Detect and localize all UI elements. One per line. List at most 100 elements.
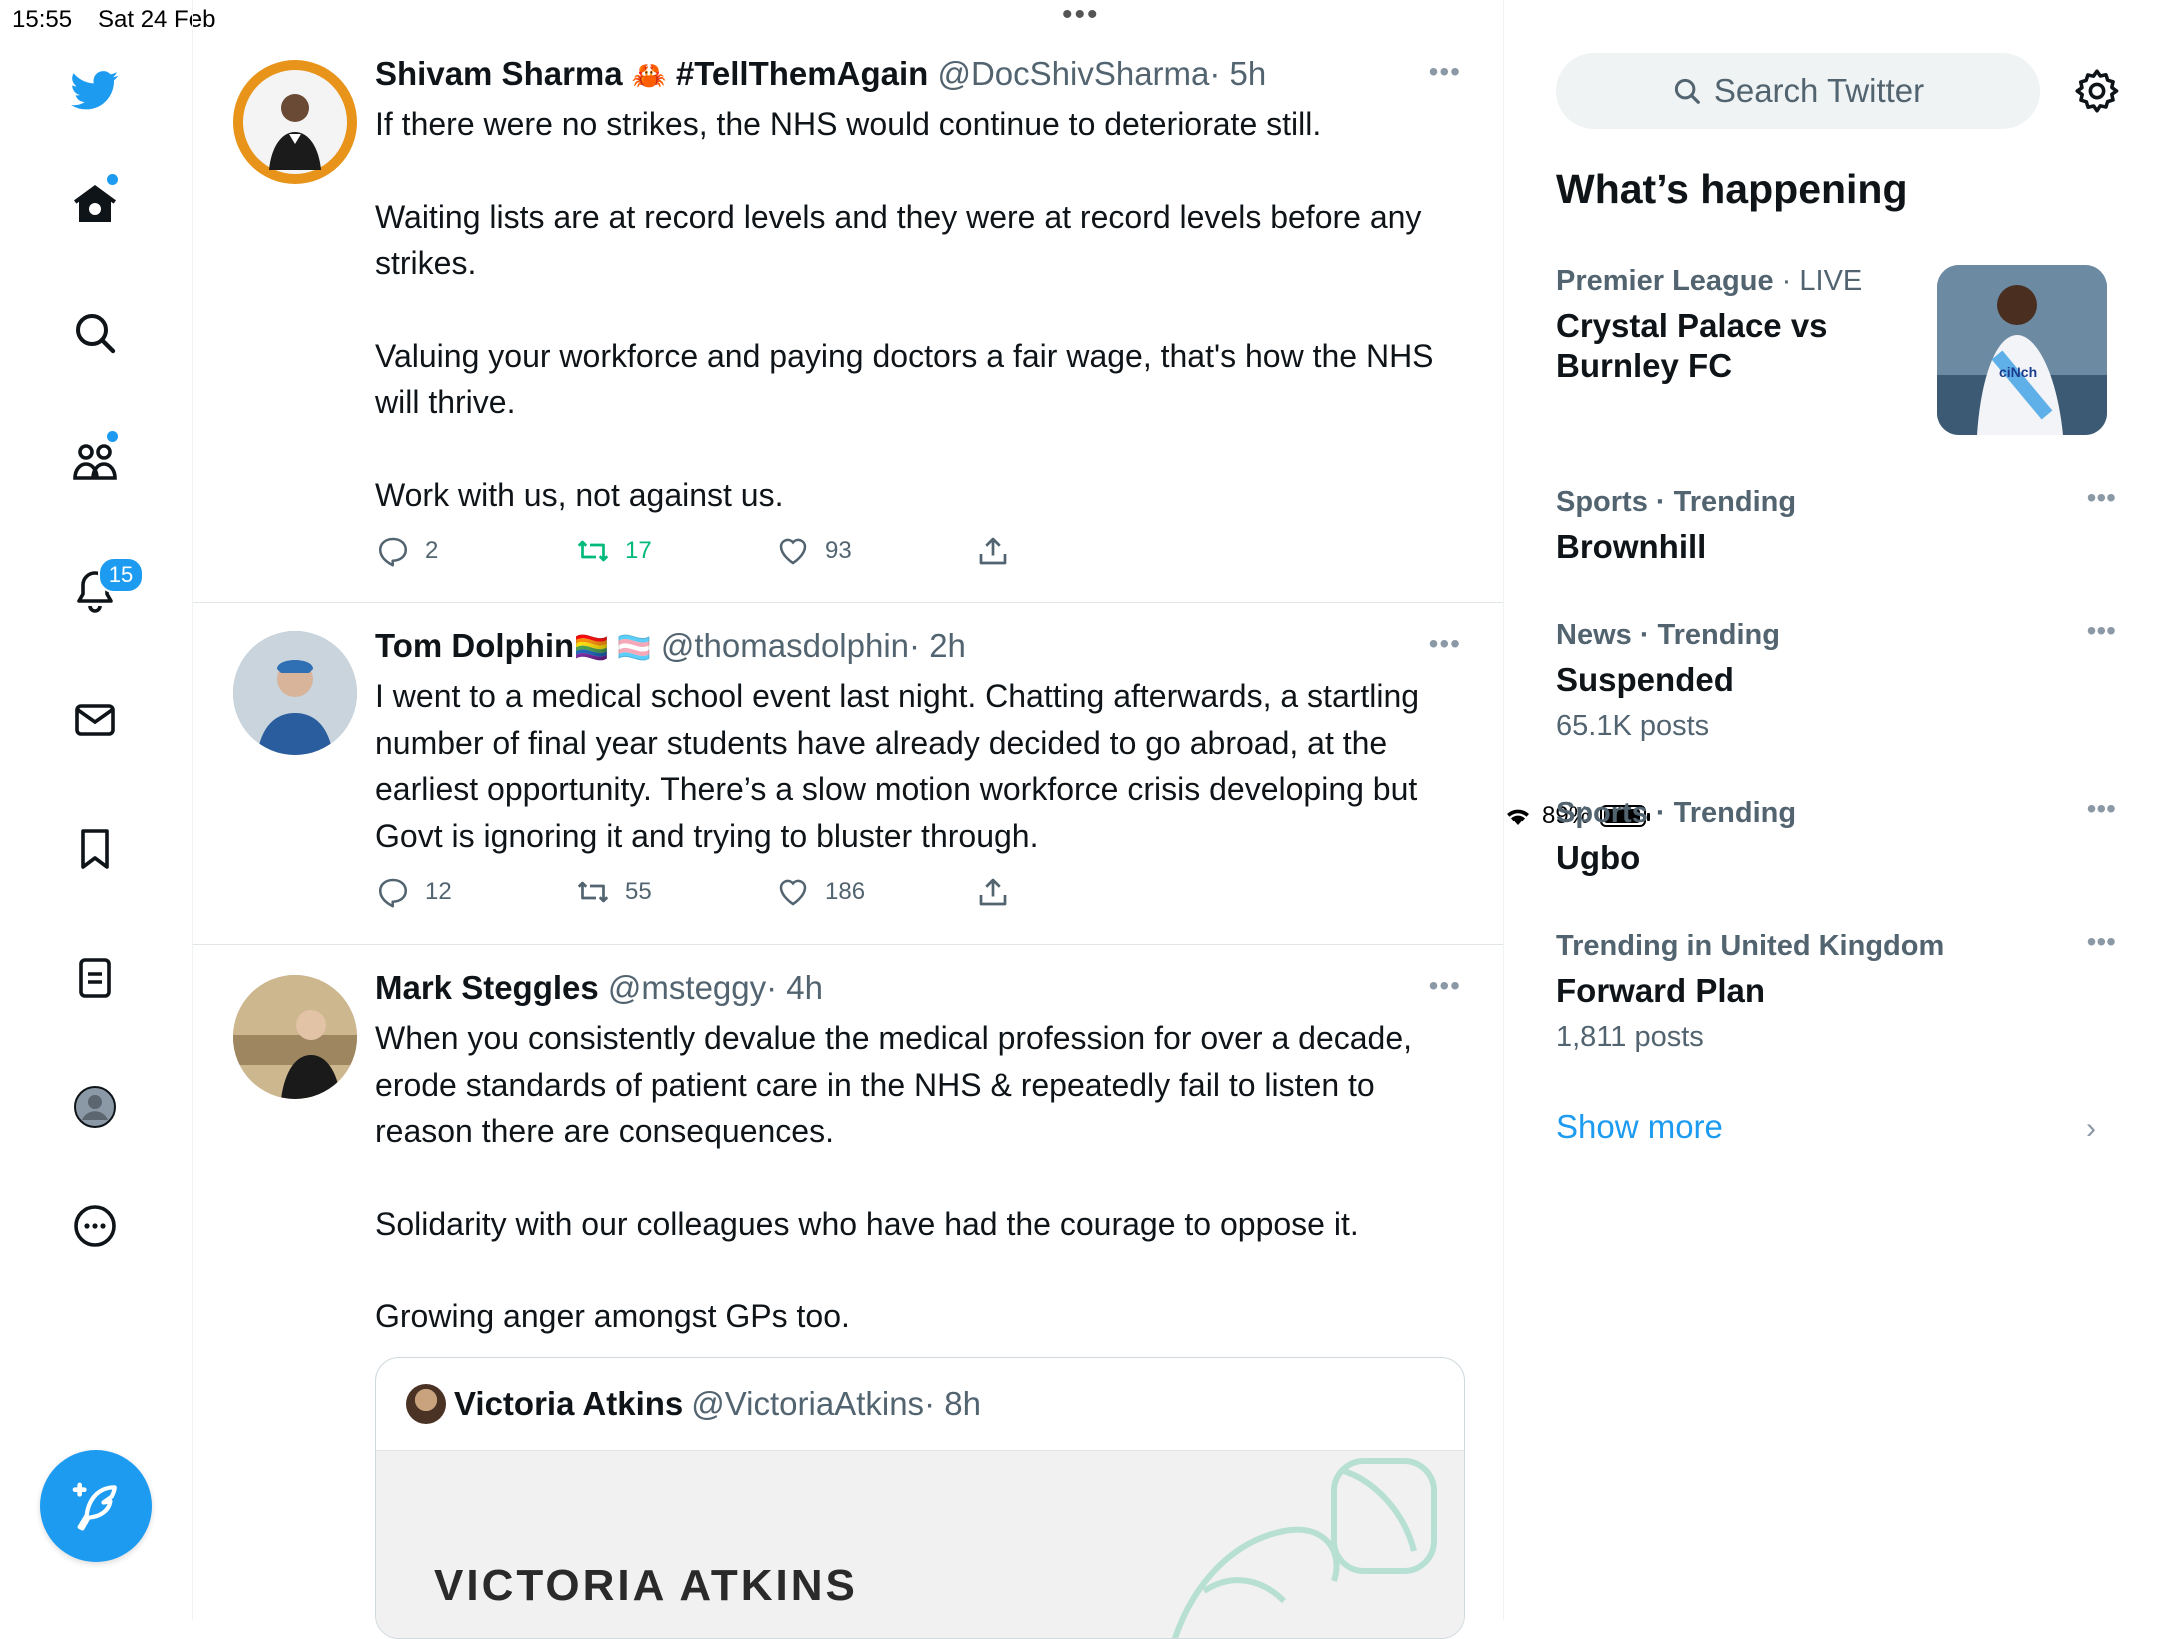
tweet-paragraph: Waiting lists are at record levels and t…: [375, 198, 1422, 282]
retweet-count: 55: [625, 878, 652, 905]
quoted-author-handle: @VictoriaAtkins: [691, 1385, 925, 1422]
author-handle[interactable]: @msteggy: [608, 969, 766, 1006]
tweet[interactable]: Tom Dolphin🏳️‍🌈 🏳️‍⚧️ @thomasdolphin· 2h…: [193, 603, 1503, 945]
like-button[interactable]: 93: [775, 533, 852, 569]
trend-category: Trending in United Kingdom: [1556, 930, 1945, 962]
crab-emoji: 🦀: [631, 60, 667, 91]
trend-category: Premier League: [1556, 265, 1774, 297]
quoted-author-name: Victoria Atkins: [454, 1385, 684, 1422]
twitter-logo-icon[interactable]: [65, 60, 125, 120]
tweet[interactable]: Shivam Sharma 🦀 #TellThemAgain @DocShivS…: [193, 0, 1503, 603]
tweet-actions: 12 55 186: [375, 874, 1275, 910]
trend-title: Ugbo: [1556, 839, 1641, 876]
share-icon: [979, 537, 1007, 565]
reply-button[interactable]: 2: [375, 533, 438, 569]
author-name[interactable]: Shivam Sharma: [375, 55, 623, 92]
trend-title: Crystal Palace vs Burnley FC: [1556, 307, 1828, 384]
right-sidebar: Search Twitter What’s happening Premier …: [1504, 0, 2160, 1620]
trend-item[interactable]: Trending in United Kingdom Forward Plan …: [1556, 926, 2116, 1054]
quoted-tweet-time: · 8h: [924, 1385, 981, 1422]
trend-title: Suspended: [1556, 661, 1734, 698]
reply-button[interactable]: 12: [375, 874, 452, 910]
like-count: 186: [825, 878, 866, 905]
tweet-more-icon[interactable]: •••: [1429, 628, 1461, 660]
communities-icon[interactable]: [65, 432, 125, 492]
tweet-text: When you consistently devalue the medica…: [375, 1015, 1445, 1340]
trend-item[interactable]: Sports · Trending Brownhill •••: [1556, 482, 2116, 567]
quoted-tweet-image[interactable]: VICTORIA ATKINS: [376, 1450, 1464, 1638]
heart-icon: [779, 538, 807, 565]
svg-text:ciNch: ciNch: [1999, 364, 2037, 380]
tweet-paragraph: I went to a medical school event last ni…: [375, 678, 1420, 854]
settings-gear-icon[interactable]: [2072, 66, 2122, 116]
trend-category: Sports · Trending: [1556, 797, 1797, 829]
trend-post-count: 1,811 posts: [1556, 1021, 1704, 1053]
avatar[interactable]: [233, 631, 357, 755]
trend-item[interactable]: Sports · Trending Ugbo •••: [1556, 793, 2116, 878]
tweet-text: If there were no strikes, the NHS would …: [375, 101, 1445, 518]
heart-icon: [779, 879, 807, 906]
trend-category: News · Trending: [1556, 619, 1780, 651]
author-name[interactable]: Mark Steggles: [375, 969, 599, 1006]
avatar[interactable]: [233, 975, 357, 1099]
trend-more-icon[interactable]: •••: [2087, 482, 2116, 514]
retweet-icon: [577, 540, 609, 562]
trend-category: Sports · Trending: [1556, 486, 1797, 518]
search-icon: [1674, 78, 1700, 104]
tweet-header: Mark Steggles @msteggy· 4h: [375, 969, 823, 1007]
avatar[interactable]: [233, 60, 357, 184]
tweet-paragraph: Work with us, not against us.: [375, 476, 784, 513]
tweet-more-icon[interactable]: •••: [1429, 970, 1461, 1002]
quoted-avatar: [406, 1384, 446, 1424]
trend-thumbnail-image[interactable]: ciNch: [1937, 265, 2107, 435]
quoted-image-text: VICTORIA ATKINS: [434, 1561, 858, 1610]
like-button[interactable]: 186: [775, 874, 865, 910]
share-icon: [979, 878, 1007, 906]
quoted-tweet-header: Victoria Atkins @VictoriaAtkins · 8h: [406, 1384, 981, 1424]
share-button[interactable]: [975, 874, 1011, 910]
author-name[interactable]: Tom Dolphin: [375, 627, 574, 664]
home-unread-dot: [107, 174, 118, 185]
trend-more-icon[interactable]: •••: [2087, 615, 2116, 647]
trend-more-icon[interactable]: •••: [2087, 793, 2116, 825]
retweet-button[interactable]: 55: [575, 874, 652, 910]
compose-tweet-button[interactable]: [40, 1450, 152, 1562]
retweet-button[interactable]: 17: [575, 533, 652, 569]
author-handle[interactable]: @DocShivSharma: [937, 55, 1209, 92]
left-navigation: 15: [0, 0, 193, 1620]
communities-unread-dot: [107, 431, 118, 442]
trend-title: Brownhill: [1556, 528, 1707, 565]
more-options-icon[interactable]: [65, 1196, 125, 1256]
trend-item[interactable]: News · Trending Suspended 65.1K posts ••…: [1556, 615, 2116, 743]
flag-emojis: 🏳️‍🌈 🏳️‍⚧️: [574, 632, 652, 663]
crest-watermark-icon: [1171, 1458, 1437, 1638]
show-more-link[interactable]: Show more: [1556, 1108, 1723, 1146]
search-icon[interactable]: [65, 303, 125, 363]
messages-mail-icon[interactable]: [65, 690, 125, 750]
whats-happening-heading: What’s happening: [1556, 166, 1908, 212]
lists-icon[interactable]: [65, 948, 125, 1008]
trend-live-label: · LIVE: [1781, 265, 1863, 297]
author-name-suffix: #TellThemAgain: [675, 55, 929, 92]
tweet-time[interactable]: · 4h: [766, 969, 823, 1006]
reply-count: 12: [425, 878, 452, 905]
author-handle[interactable]: @thomasdolphin: [661, 627, 909, 664]
tweet-time[interactable]: · 2h: [909, 627, 966, 664]
bookmark-icon[interactable]: [65, 819, 125, 879]
profile-avatar-icon[interactable]: [65, 1077, 125, 1137]
tweet-time[interactable]: · 5h: [1209, 55, 1266, 92]
tweet-header: Shivam Sharma 🦀 #TellThemAgain @DocShivS…: [375, 55, 1266, 93]
search-placeholder: Search Twitter: [1713, 72, 1925, 109]
trend-post-count: 65.1K posts: [1556, 710, 1710, 742]
trend-more-icon[interactable]: •••: [2087, 926, 2116, 958]
quoted-tweet[interactable]: Victoria Atkins @VictoriaAtkins · 8h VICT…: [375, 1357, 1465, 1639]
tweet-paragraph: If there were no strikes, the NHS would …: [375, 106, 1322, 142]
tweet-text: I went to a medical school event last ni…: [375, 673, 1445, 859]
tweet-paragraph: Growing anger amongst GPs too.: [375, 1298, 850, 1334]
tweet-more-icon[interactable]: •••: [1429, 56, 1461, 88]
like-count: 93: [825, 537, 852, 564]
share-button[interactable]: [975, 533, 1011, 569]
tweet-paragraph: Solidarity with our colleagues who have …: [375, 1205, 1359, 1242]
reply-icon: [378, 878, 408, 908]
search-twitter-input[interactable]: Search Twitter: [1556, 53, 2040, 129]
